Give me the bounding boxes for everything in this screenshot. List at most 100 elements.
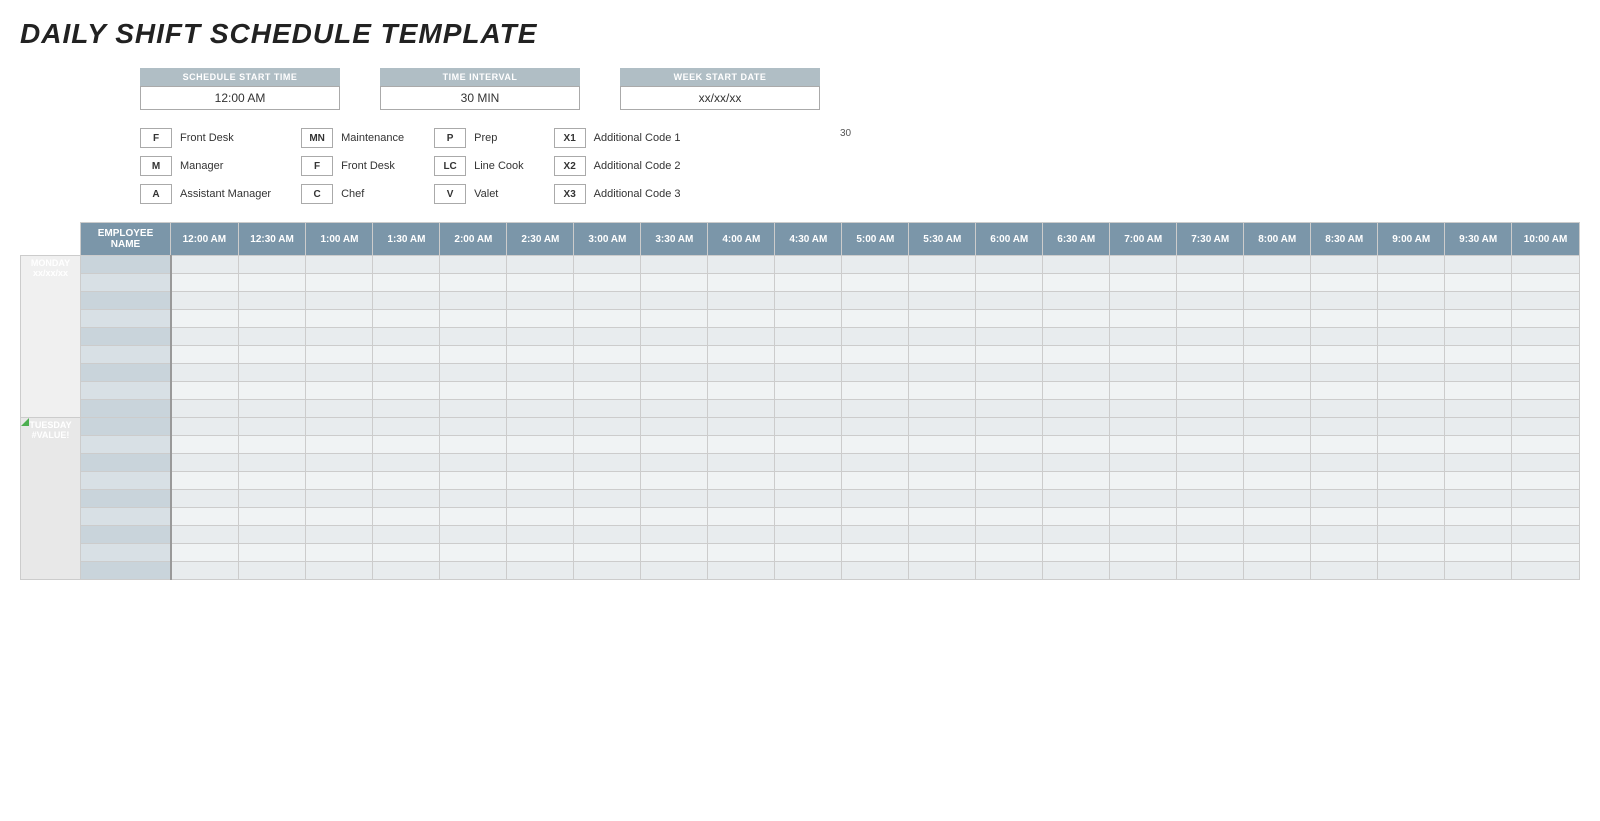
schedule-cell[interactable]: [1177, 562, 1244, 580]
schedule-cell[interactable]: [1043, 346, 1110, 364]
schedule-cell[interactable]: [1311, 400, 1378, 418]
schedule-cell[interactable]: [1244, 292, 1311, 310]
schedule-cell[interactable]: [1244, 382, 1311, 400]
schedule-cell[interactable]: [842, 328, 909, 346]
employee-name-cell[interactable]: [81, 382, 171, 400]
schedule-cell[interactable]: [1445, 490, 1512, 508]
schedule-cell[interactable]: [238, 310, 306, 328]
schedule-cell[interactable]: [1445, 508, 1512, 526]
schedule-cell[interactable]: [976, 490, 1043, 508]
schedule-cell[interactable]: [1110, 508, 1177, 526]
schedule-cell[interactable]: [1177, 436, 1244, 454]
schedule-cell[interactable]: [1043, 274, 1110, 292]
schedule-cell[interactable]: [1110, 310, 1177, 328]
schedule-cell[interactable]: [842, 346, 909, 364]
schedule-cell[interactable]: [1311, 310, 1378, 328]
schedule-cell[interactable]: [909, 472, 976, 490]
schedule-cell[interactable]: [171, 436, 239, 454]
schedule-cell[interactable]: [507, 346, 574, 364]
schedule-cell[interactable]: [1512, 544, 1580, 562]
schedule-cell[interactable]: [1512, 310, 1580, 328]
schedule-cell[interactable]: [373, 364, 440, 382]
schedule-cell[interactable]: [574, 454, 641, 472]
schedule-cell[interactable]: [1043, 310, 1110, 328]
table-row[interactable]: [21, 292, 1580, 310]
employee-name-cell[interactable]: [81, 310, 171, 328]
schedule-cell[interactable]: [842, 454, 909, 472]
schedule-cell[interactable]: [708, 526, 775, 544]
schedule-cell[interactable]: [708, 436, 775, 454]
schedule-cell[interactable]: [775, 274, 842, 292]
schedule-cell[interactable]: [373, 418, 440, 436]
schedule-cell[interactable]: [1043, 418, 1110, 436]
schedule-cell[interactable]: [1378, 346, 1445, 364]
schedule-cell[interactable]: [1177, 274, 1244, 292]
schedule-cell[interactable]: [1110, 454, 1177, 472]
schedule-cell[interactable]: [440, 400, 507, 418]
table-row[interactable]: [21, 544, 1580, 562]
schedule-cell[interactable]: [1311, 454, 1378, 472]
schedule-cell[interactable]: [775, 400, 842, 418]
schedule-cell[interactable]: [641, 382, 708, 400]
schedule-cell[interactable]: [373, 526, 440, 544]
schedule-cell[interactable]: [909, 418, 976, 436]
schedule-cell[interactable]: [1043, 382, 1110, 400]
schedule-cell[interactable]: [909, 256, 976, 274]
schedule-cell[interactable]: [1043, 508, 1110, 526]
schedule-cell[interactable]: [1110, 256, 1177, 274]
schedule-cell[interactable]: [842, 310, 909, 328]
schedule-cell[interactable]: [440, 292, 507, 310]
schedule-cell[interactable]: [238, 274, 306, 292]
schedule-cell[interactable]: [440, 418, 507, 436]
schedule-cell[interactable]: [1445, 472, 1512, 490]
schedule-cell[interactable]: [507, 526, 574, 544]
schedule-cell[interactable]: [1177, 418, 1244, 436]
schedule-cell[interactable]: [574, 400, 641, 418]
schedule-cell[interactable]: [641, 490, 708, 508]
schedule-cell[interactable]: [909, 508, 976, 526]
schedule-cell[interactable]: [373, 382, 440, 400]
schedule-cell[interactable]: [1311, 346, 1378, 364]
schedule-cell[interactable]: [507, 472, 574, 490]
schedule-cell[interactable]: [1177, 400, 1244, 418]
schedule-cell[interactable]: [1177, 292, 1244, 310]
schedule-cell[interactable]: [1177, 328, 1244, 346]
schedule-cell[interactable]: [1311, 472, 1378, 490]
schedule-cell[interactable]: [1244, 274, 1311, 292]
schedule-cell[interactable]: [440, 472, 507, 490]
schedule-cell[interactable]: [641, 328, 708, 346]
schedule-cell[interactable]: [976, 508, 1043, 526]
schedule-cell[interactable]: [1177, 472, 1244, 490]
schedule-cell[interactable]: [775, 562, 842, 580]
employee-name-cell[interactable]: [81, 508, 171, 526]
schedule-cell[interactable]: [238, 454, 306, 472]
schedule-cell[interactable]: [775, 418, 842, 436]
table-row[interactable]: TUESDAY#VALUE!: [21, 418, 1580, 436]
schedule-cell[interactable]: [1378, 256, 1445, 274]
schedule-cell[interactable]: [909, 526, 976, 544]
schedule-cell[interactable]: [708, 418, 775, 436]
schedule-cell[interactable]: [507, 292, 574, 310]
schedule-cell[interactable]: [708, 454, 775, 472]
table-row[interactable]: [21, 274, 1580, 292]
schedule-cell[interactable]: [1378, 400, 1445, 418]
schedule-cell[interactable]: [1512, 382, 1580, 400]
schedule-cell[interactable]: [909, 292, 976, 310]
schedule-cell[interactable]: [440, 454, 507, 472]
schedule-cell[interactable]: [574, 382, 641, 400]
schedule-cell[interactable]: [1244, 508, 1311, 526]
schedule-cell[interactable]: [306, 310, 373, 328]
schedule-cell[interactable]: [1512, 562, 1580, 580]
schedule-cell[interactable]: [306, 544, 373, 562]
schedule-cell[interactable]: [775, 256, 842, 274]
schedule-cell[interactable]: [373, 436, 440, 454]
schedule-cell[interactable]: [1445, 418, 1512, 436]
schedule-cell[interactable]: [238, 508, 306, 526]
schedule-cell[interactable]: [775, 526, 842, 544]
schedule-cell[interactable]: [1512, 490, 1580, 508]
schedule-cell[interactable]: [1311, 292, 1378, 310]
schedule-cell[interactable]: [775, 346, 842, 364]
schedule-cell[interactable]: [238, 382, 306, 400]
schedule-cell[interactable]: [574, 364, 641, 382]
schedule-cell[interactable]: [306, 400, 373, 418]
